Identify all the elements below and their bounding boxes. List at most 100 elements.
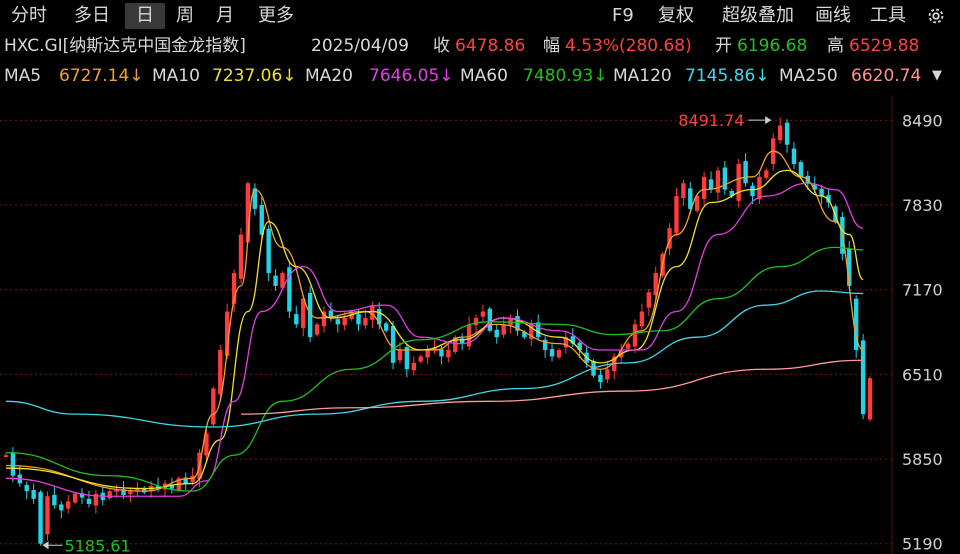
toolbar: 分时 多日 日 周 月 更多 F9 复权 超级叠加 画线 工具 — [0, 0, 960, 32]
candle-down — [791, 148, 797, 164]
candle-down — [266, 228, 271, 274]
candle-down — [439, 349, 444, 357]
candle-down — [784, 122, 790, 145]
candle-down — [708, 179, 714, 190]
ma120-label: MA120 — [613, 66, 672, 86]
candle-down — [10, 452, 16, 476]
candle-up — [107, 491, 112, 499]
candle-up — [418, 356, 423, 362]
candle-up — [411, 362, 417, 371]
super-overlay-button[interactable]: 超级叠加 — [722, 3, 794, 29]
ma120-line — [5, 290, 864, 428]
candle-up — [45, 496, 50, 535]
candle-up — [715, 170, 721, 193]
y-tick-label: 7170 — [902, 281, 943, 300]
ma5-label: MA5 — [4, 66, 42, 86]
candle-up — [867, 378, 873, 420]
tab-weekly[interactable]: 周 — [168, 3, 202, 29]
candle-up — [625, 343, 631, 349]
candle-down — [598, 374, 603, 383]
candle-up — [397, 350, 403, 361]
candle-down — [860, 340, 866, 415]
candlestick-chart: 5190 5850 6510 7170 7830 8490 8491.74 5185.61 — [0, 96, 943, 554]
ma60-value: 7480.93↓ — [523, 66, 608, 86]
candle-down — [59, 504, 64, 511]
tab-multi-day[interactable]: 多日 — [66, 3, 118, 29]
tab-monthly[interactable]: 月 — [208, 3, 242, 29]
y-tick-label: 6510 — [902, 365, 943, 384]
ma60-label: MA60 — [460, 66, 508, 86]
candle-down — [86, 498, 92, 504]
candle-up — [736, 163, 741, 201]
low-annotation-arrowhead — [42, 541, 49, 550]
adjust-button[interactable]: 复权 — [658, 3, 694, 29]
candle-down — [743, 161, 748, 184]
candle-up — [556, 350, 562, 358]
open-label: 开 — [715, 36, 732, 56]
candle-up — [238, 234, 244, 279]
tools-button[interactable]: 工具 — [870, 3, 906, 29]
ma10-line — [5, 169, 864, 490]
ma10-label: MA10 — [152, 66, 200, 86]
candle-up — [681, 183, 686, 198]
change-value: 4.53%(280.68) — [565, 36, 692, 56]
gear-icon[interactable] — [925, 5, 947, 27]
candle-up — [211, 388, 216, 425]
candle-up — [72, 493, 78, 503]
candle-up — [446, 350, 451, 358]
candle-up — [777, 125, 783, 141]
candle-up — [218, 350, 223, 395]
candle-down — [390, 325, 396, 363]
candle-up — [605, 369, 610, 380]
candle-down — [383, 323, 389, 331]
tab-daily[interactable]: 日 — [125, 3, 165, 29]
y-tick-label: 7830 — [902, 196, 943, 215]
ma250-value: 6620.74 — [851, 66, 922, 86]
y-tick-label: 8490 — [902, 111, 943, 130]
candle-up — [701, 176, 707, 199]
candle-down — [294, 314, 299, 325]
candle-down — [750, 185, 755, 197]
candle-up — [363, 317, 368, 326]
candle-up — [764, 170, 769, 178]
candle-up — [128, 491, 133, 495]
candle-down — [494, 329, 499, 338]
index-name: HXC.GI[纳斯达克中国金龙指数] — [4, 36, 246, 56]
candle-down — [31, 489, 36, 499]
candle-down — [798, 162, 804, 177]
candle-up — [314, 324, 320, 335]
candle-up — [342, 317, 347, 326]
collapse-icon[interactable]: ▼ — [932, 64, 942, 88]
candle-down — [52, 494, 57, 506]
ma-legend: MA5 6727.14↓ MA10 7237.06↓ MA20 7646.05↓… — [0, 64, 960, 88]
high-label: 高 — [827, 36, 844, 56]
candle-up — [632, 324, 638, 347]
ma20-value: 7646.05↓ — [369, 66, 454, 86]
quote-date: 2025/04/09 — [311, 36, 409, 56]
low-annotation-label: 5185.61 — [65, 536, 131, 554]
f9-button[interactable]: F9 — [612, 3, 634, 29]
ma250-label: MA250 — [779, 66, 838, 86]
tab-more[interactable]: 更多 — [250, 3, 302, 29]
candle-up — [425, 350, 430, 358]
candle-down — [38, 492, 43, 544]
candle-up — [501, 324, 506, 335]
draw-line-button[interactable]: 画线 — [815, 3, 851, 29]
high-annotation-arrowhead — [765, 116, 772, 125]
candle-up — [639, 311, 645, 327]
candle-down — [536, 322, 541, 338]
ma120-value: 7145.86↓ — [685, 66, 770, 86]
candle-down — [24, 484, 29, 492]
ma250-line — [241, 359, 864, 415]
candle-up — [480, 311, 486, 317]
candle-up — [3, 455, 9, 458]
candle-down — [819, 188, 824, 197]
ma5-line — [5, 150, 864, 492]
tab-intraday[interactable]: 分时 — [3, 3, 55, 29]
open-value: 6196.68 — [737, 36, 808, 56]
close-label: 收 — [433, 36, 450, 56]
close-value: 6478.86 — [455, 36, 526, 56]
candle-down — [335, 319, 340, 325]
ma5-value: 6727.14↓ — [59, 66, 144, 86]
y-tick-label: 5850 — [902, 450, 943, 469]
